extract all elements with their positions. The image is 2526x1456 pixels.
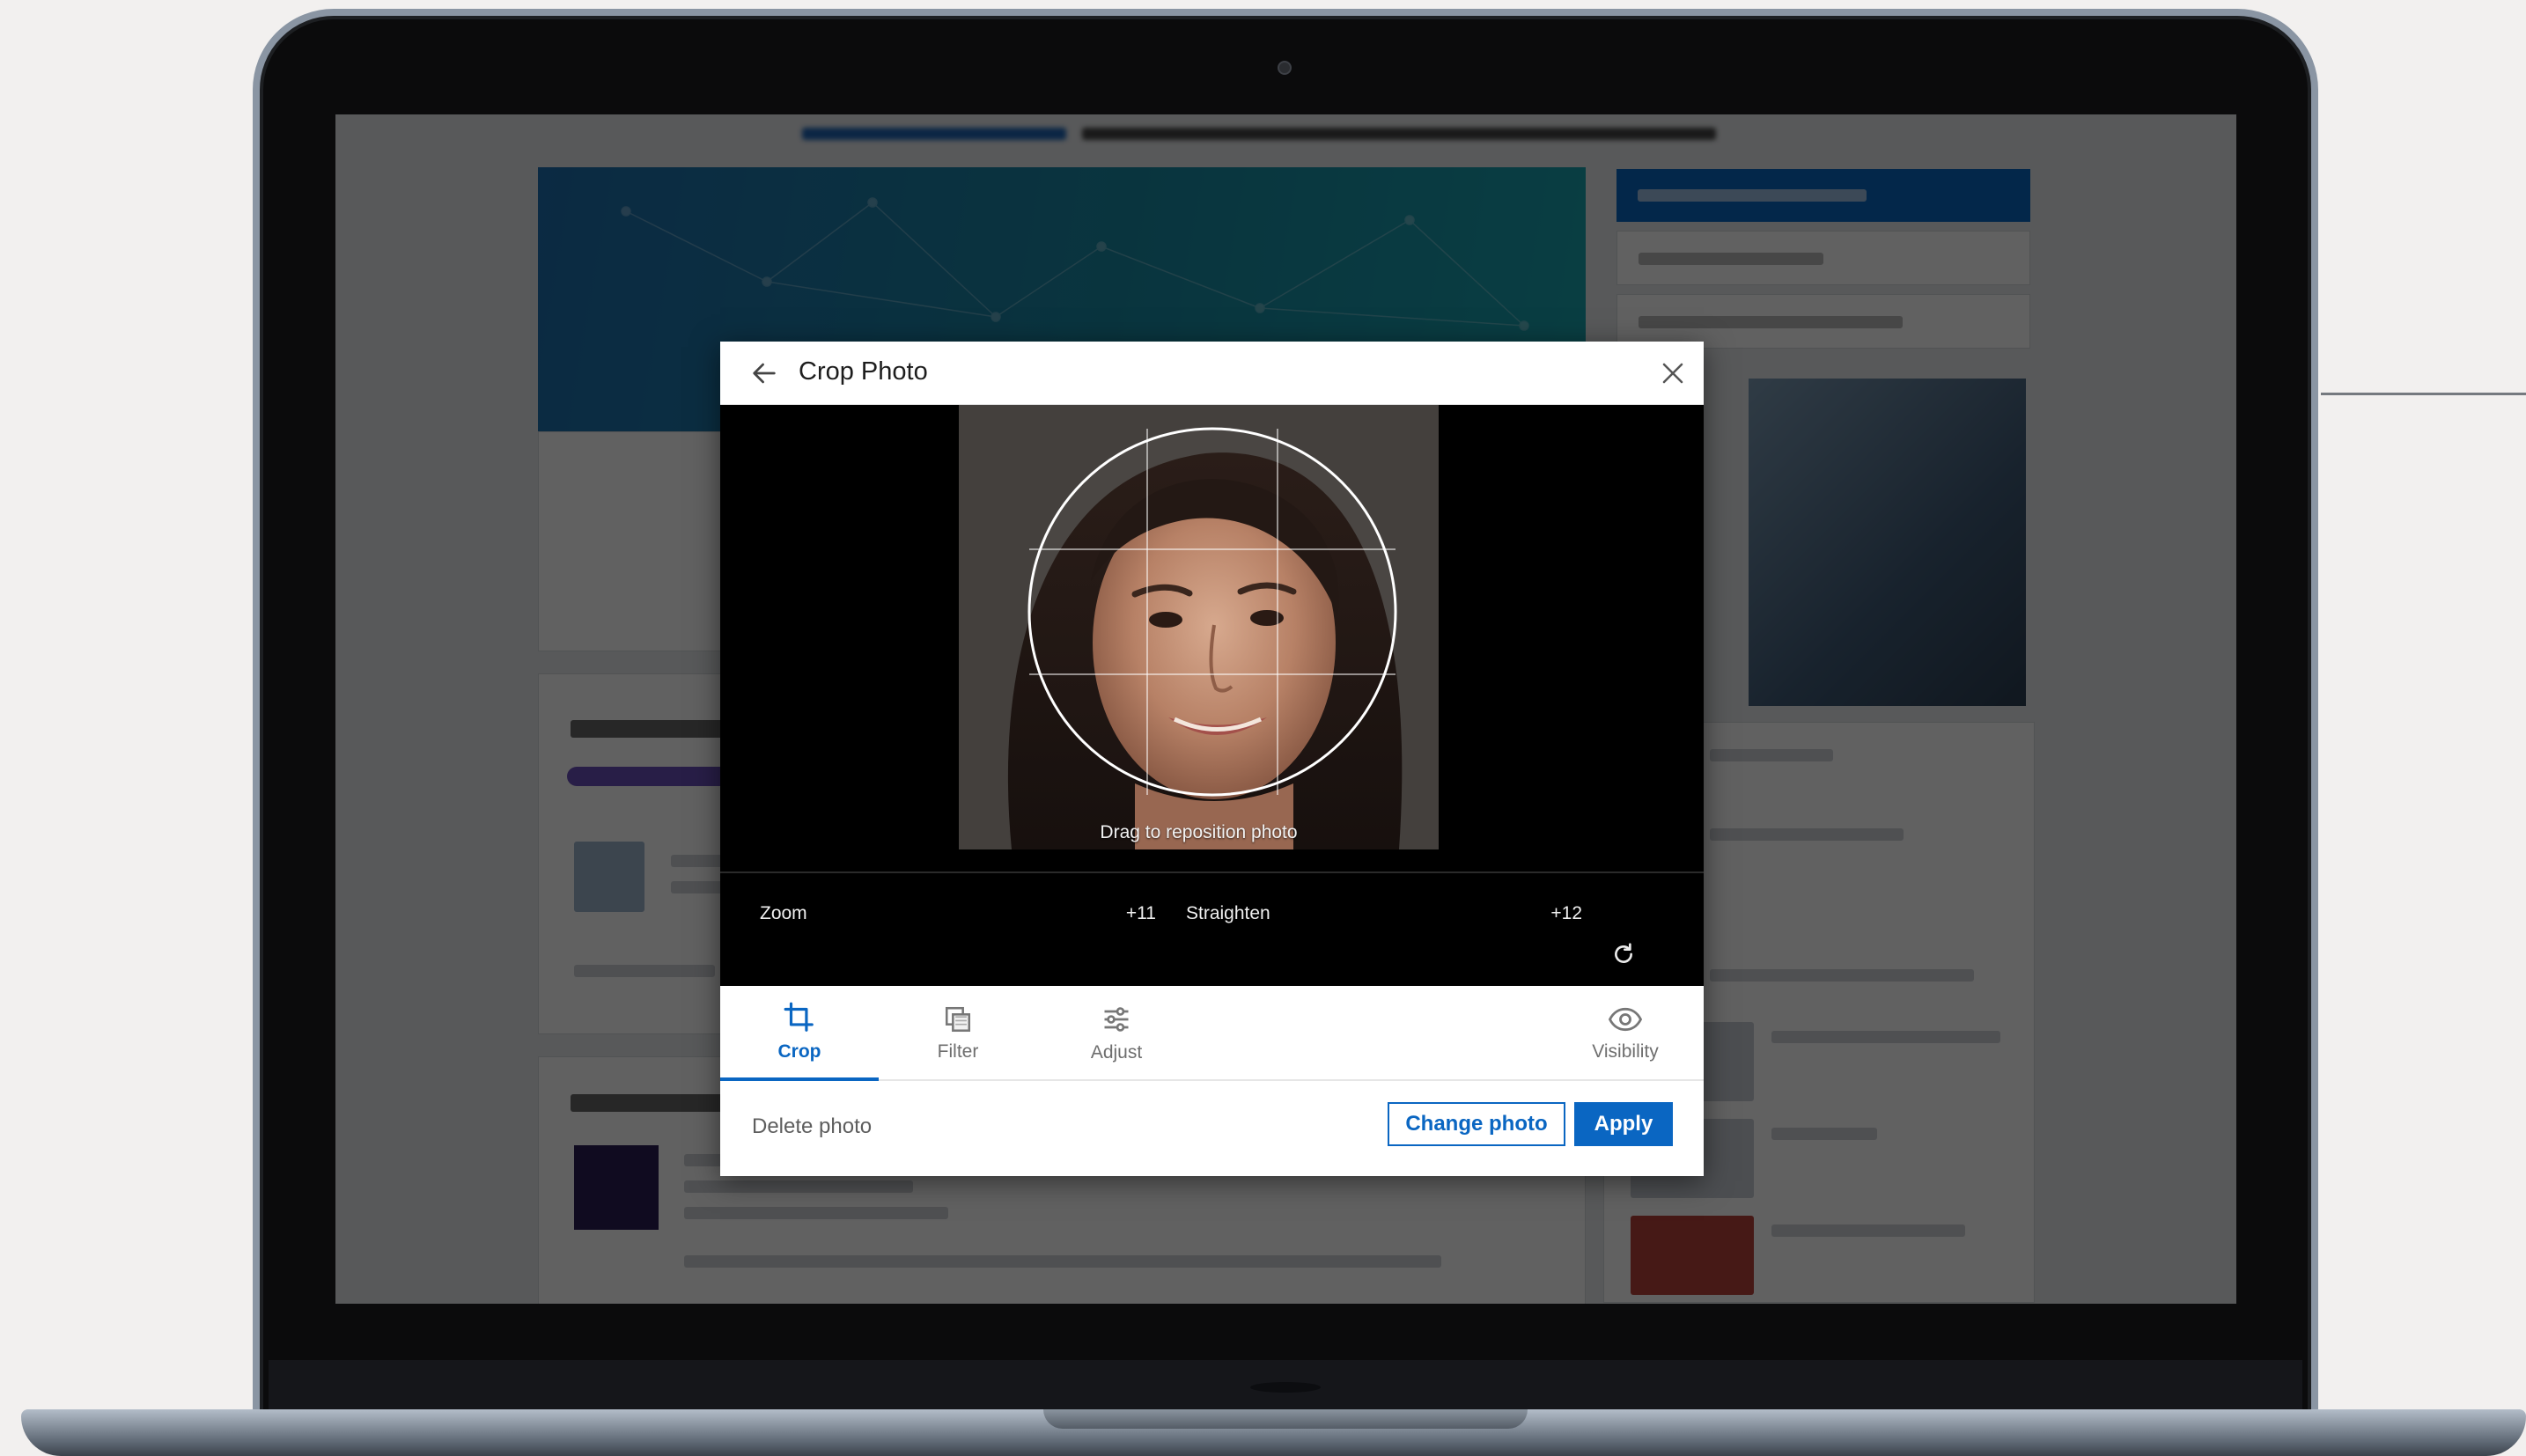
crop-icon (784, 1002, 814, 1032)
tab-filter-label: Filter (937, 1041, 979, 1062)
reposition-hint: Drag to reposition photo (1100, 822, 1298, 842)
straighten-label: Straighten (1186, 903, 1270, 923)
tab-crop-label: Crop (777, 1041, 821, 1062)
photo-editor: Drag to reposition photo Zoom +11 Straig… (720, 405, 1704, 1020)
screen: Crop Photo Drag to reposition photo Zoom… (335, 114, 2236, 1304)
change-photo-button[interactable]: Change photo (1388, 1102, 1565, 1146)
dialog-header: Crop Photo (720, 342, 1704, 405)
tab-filter[interactable]: Filter (879, 986, 1037, 1081)
straighten-value: +12 (1550, 903, 1582, 923)
crop-overlay[interactable] (959, 405, 1439, 849)
tab-visibility[interactable]: Visibility (1546, 986, 1705, 1081)
laptop-hinge (1250, 1382, 1321, 1393)
tab-adjust-label: Adjust (1090, 1042, 1143, 1063)
close-icon (1662, 363, 1683, 384)
tab-adjust[interactable]: Adjust (1037, 986, 1196, 1081)
tab-visibility-label: Visibility (1592, 1041, 1659, 1062)
apply-button[interactable]: Apply (1574, 1102, 1673, 1146)
profile-photo[interactable]: Drag to reposition photo (959, 405, 1439, 849)
close-button[interactable] (1655, 356, 1690, 391)
dialog-title: Crop Photo (799, 357, 928, 386)
webcam (1278, 61, 1292, 75)
zoom-label: Zoom (760, 903, 807, 923)
controls-divider (720, 871, 1704, 873)
dialog-footer: Delete photo Change photo Apply (720, 1081, 1704, 1176)
reset-button[interactable] (1604, 935, 1643, 974)
eye-icon (1608, 1007, 1643, 1032)
arrow-left-icon (753, 363, 776, 384)
delete-photo-button[interactable]: Delete photo (752, 1114, 872, 1139)
back-button[interactable] (747, 356, 782, 391)
tab-crop[interactable]: Crop (720, 986, 879, 1081)
editor-tabs: Crop Filter Adjust Visibility (720, 986, 1704, 1081)
decorative-line (2321, 393, 2526, 395)
filter-icon (945, 1006, 971, 1033)
crop-photo-dialog: Crop Photo Drag to reposition photo Zoom… (720, 342, 1704, 1176)
zoom-value: +11 (1125, 903, 1156, 923)
sliders-icon (1104, 1007, 1129, 1032)
laptop-notch (1043, 1409, 1528, 1429)
rotate-reset-icon (1615, 943, 1632, 963)
